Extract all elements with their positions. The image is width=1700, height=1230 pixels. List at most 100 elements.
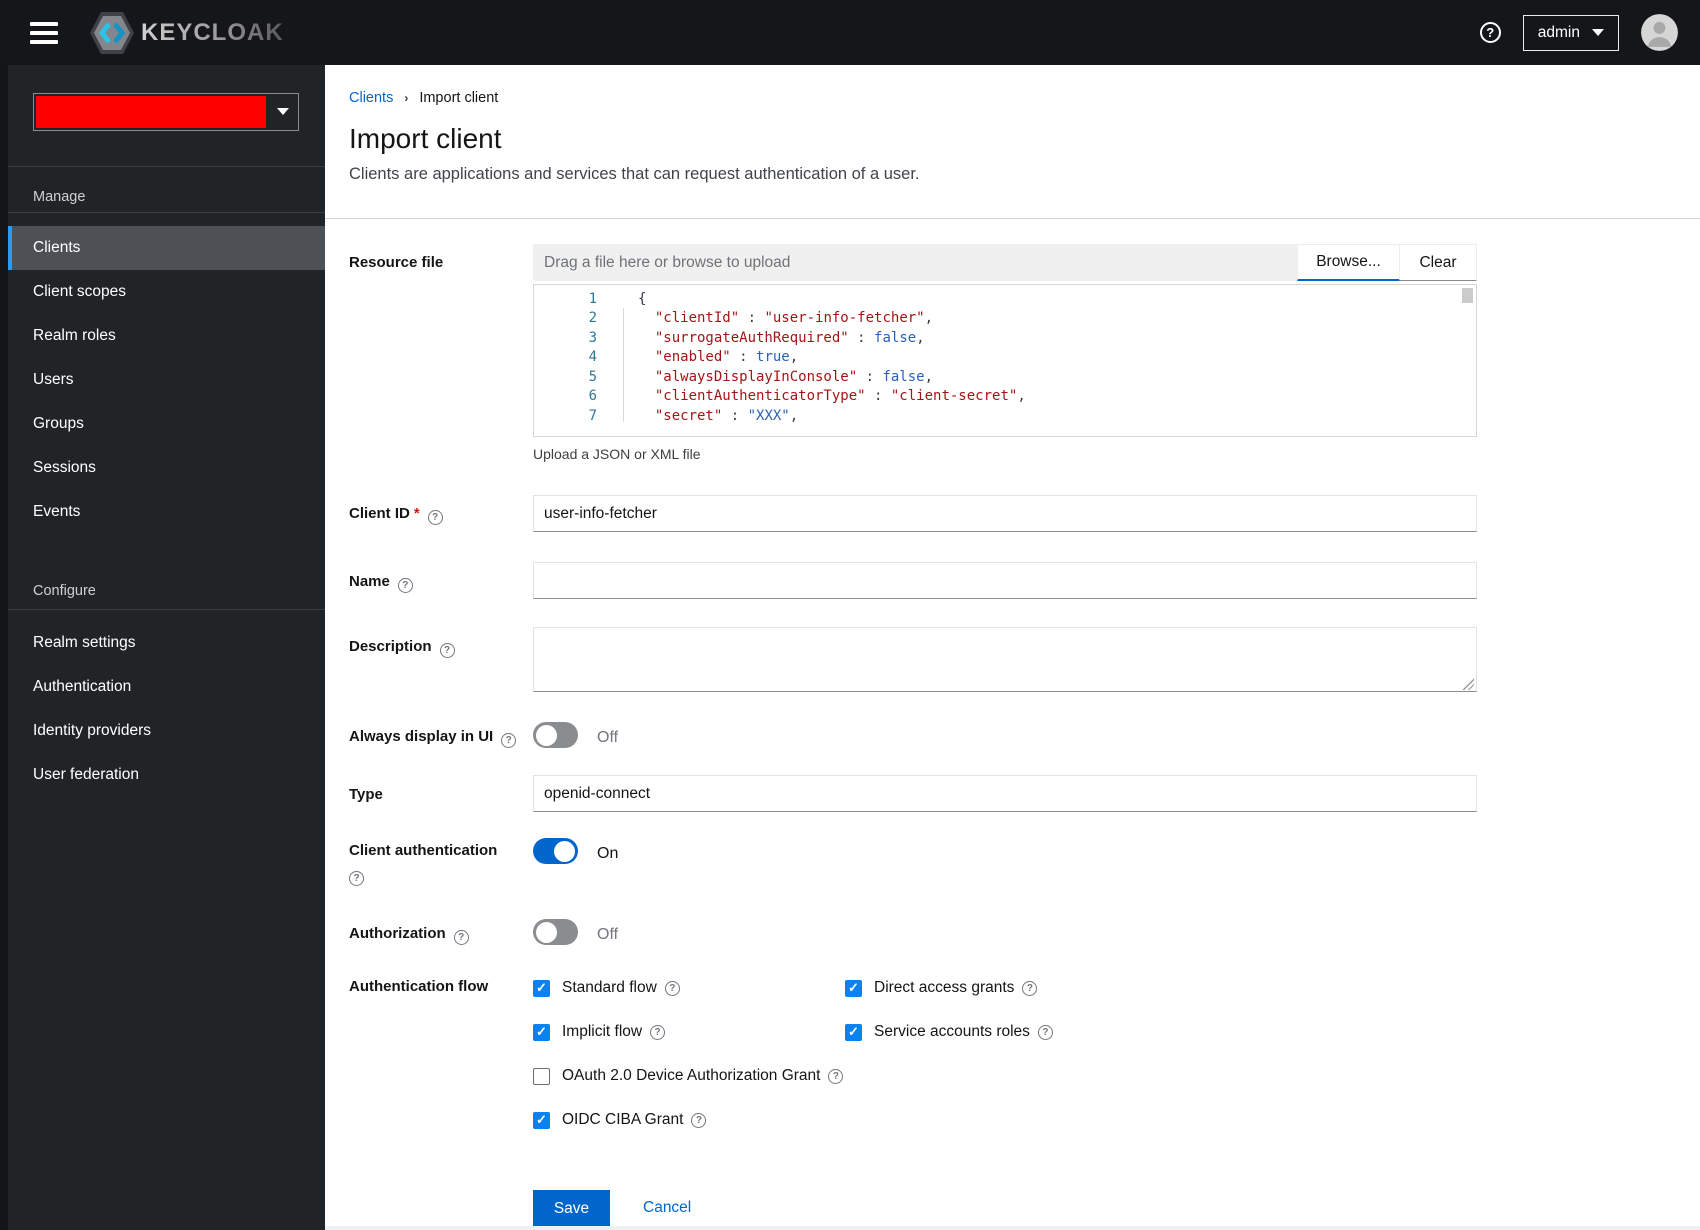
sidebar-item-user-federation[interactable]: User federation (8, 753, 325, 797)
realm-name-redacted (36, 96, 266, 128)
cancel-link[interactable]: Cancel (643, 1199, 691, 1217)
sidebar-item-users[interactable]: Users (8, 358, 325, 402)
breadcrumb-link-clients[interactable]: Clients (349, 90, 393, 106)
sidebar-divider (8, 166, 325, 167)
toggle-knob (536, 921, 557, 943)
description-textarea[interactable] (533, 627, 1477, 692)
sidebar-item-identity-providers[interactable]: Identity providers (8, 709, 325, 753)
checked-checkbox-icon[interactable] (533, 1023, 550, 1041)
chevron-down-icon (1592, 29, 1604, 36)
unchecked-checkbox-icon[interactable] (533, 1067, 550, 1085)
client-authentication-state: On (597, 845, 619, 862)
checkbox-label: Standard flow (562, 979, 657, 996)
help-icon[interactable] (427, 510, 443, 525)
browse-button[interactable]: Browse... (1297, 244, 1400, 281)
authentication-flow-label: Authentication flow (349, 978, 489, 995)
page-subtitle: Clients are applications and services th… (349, 165, 920, 183)
help-icon[interactable] (664, 980, 680, 996)
line-number: 4 (588, 349, 597, 366)
help-icon[interactable] (439, 643, 455, 658)
client-id-input[interactable] (533, 495, 1477, 532)
line-number: 3 (588, 329, 597, 346)
user-menu-dropdown[interactable]: admin (1522, 14, 1619, 51)
keycloak-hexagon-icon (90, 11, 134, 54)
line-number: 2 (588, 310, 597, 327)
help-icon[interactable] (1037, 1024, 1053, 1040)
type-input[interactable] (533, 775, 1477, 812)
upload-helper-text: Upload a JSON or XML file (533, 446, 701, 462)
breadcrumb: Clients › Import client (349, 90, 498, 106)
main-content: Clients › Import client Import client Cl… (325, 65, 1700, 1230)
help-icon[interactable] (1479, 22, 1501, 43)
checkbox-row-service-accounts-roles[interactable]: Service accounts roles (845, 1022, 1053, 1042)
breadcrumb-separator-icon: › (404, 91, 409, 105)
code-line: 7 "secret" : "XXX", (534, 406, 1476, 426)
app-header: KEYCLOAK admin (0, 0, 1700, 65)
help-icon[interactable] (1022, 980, 1038, 996)
help-icon[interactable] (397, 578, 413, 593)
clear-button[interactable]: Clear (1400, 244, 1477, 281)
help-icon[interactable] (828, 1068, 844, 1084)
checkbox-label: OAuth 2.0 Device Authorization Grant (562, 1067, 821, 1084)
checkbox-row-standard-flow[interactable]: Standard flow (533, 978, 843, 998)
authorization-toggle[interactable] (533, 919, 578, 945)
page-bottom-strip (325, 1226, 1700, 1230)
file-dropzone[interactable]: Drag a file here or browse to upload (533, 244, 1297, 281)
save-button[interactable]: Save (533, 1190, 610, 1228)
description-label: Description (349, 638, 531, 658)
toggle-knob (536, 724, 557, 746)
sidebar-item-realm-roles[interactable]: Realm roles (8, 314, 325, 358)
auth-flow-column-2: Direct access grants Service accounts rol… (845, 978, 1053, 1042)
code-line: 1{ (534, 289, 1476, 309)
code-line: 6 "clientAuthenticatorType" : "client-se… (534, 387, 1476, 407)
avatar-person-icon (1641, 14, 1678, 51)
brand-text: KEYCLOAK (141, 18, 284, 46)
sidebar-item-realm-settings[interactable]: Realm settings (8, 621, 325, 665)
checkbox-row-direct-access-grants[interactable]: Direct access grants (845, 978, 1053, 998)
user-avatar[interactable] (1641, 14, 1678, 51)
code-editor[interactable]: 1{2 "clientId" : "user-info-fetcher", 3 "… (533, 284, 1477, 437)
sidebar-item-groups[interactable]: Groups (8, 402, 325, 446)
code-line: 3 "surrogateAuthRequired" : false, (534, 328, 1476, 348)
help-icon[interactable] (349, 871, 364, 886)
checked-checkbox-icon[interactable] (533, 979, 550, 997)
sidebar-item-client-scopes[interactable]: Client scopes (8, 270, 325, 314)
realm-selector[interactable] (33, 93, 299, 131)
help-icon[interactable] (691, 1112, 707, 1128)
client-authentication-toggle[interactable] (533, 838, 578, 864)
sidebar-edge (0, 65, 8, 1230)
sidebar-item-sessions[interactable]: Sessions (8, 446, 325, 490)
page-title: Import client (349, 123, 502, 154)
help-icon[interactable] (650, 1024, 666, 1040)
checked-checkbox-icon[interactable] (533, 1111, 550, 1129)
name-input[interactable] (533, 562, 1477, 599)
checkbox-label: Implicit flow (562, 1023, 643, 1040)
checkbox-label: OIDC CIBA Grant (562, 1111, 684, 1128)
sidebar: Manage Clients Client scopes Realm roles Us… (0, 65, 325, 1230)
checkbox-label: Direct access grants (874, 979, 1015, 996)
client-authentication-label: Client authentication (349, 842, 531, 886)
authorization-label: Authorization (349, 925, 531, 945)
always-display-toggle[interactable] (533, 722, 578, 748)
textarea-resize-handle[interactable] (1461, 677, 1474, 690)
checkbox-row-oidc-ciba-grant[interactable]: OIDC CIBA Grant (533, 1110, 843, 1130)
type-label: Type (349, 786, 383, 803)
file-upload-group: Drag a file here or browse to upload Bro… (533, 244, 1477, 281)
help-icon[interactable] (453, 930, 469, 945)
line-number: 1 (588, 290, 597, 307)
sidebar-item-events[interactable]: Events (8, 490, 325, 534)
checkbox-row-implicit-flow[interactable]: Implicit flow (533, 1022, 843, 1042)
sidebar-divider (8, 212, 325, 213)
toggle-knob (554, 840, 575, 862)
checked-checkbox-icon[interactable] (845, 979, 862, 997)
checked-checkbox-icon[interactable] (845, 1023, 862, 1041)
checkbox-row-oauth-2-0-device-authorization-grant[interactable]: OAuth 2.0 Device Authorization Grant (533, 1066, 844, 1086)
editor-scrollbar-thumb[interactable] (1462, 288, 1473, 303)
sidebar-item-authentication[interactable]: Authentication (8, 665, 325, 709)
sidebar-item-clients[interactable]: Clients (8, 226, 325, 270)
help-icon[interactable] (501, 733, 517, 748)
hamburger-menu-icon[interactable] (30, 21, 58, 44)
code-line: 4 "enabled" : true, (534, 348, 1476, 368)
code-line: 5 "alwaysDisplayInConsole" : false, (534, 367, 1476, 387)
sidebar-section-title-manage: Manage (33, 189, 86, 205)
